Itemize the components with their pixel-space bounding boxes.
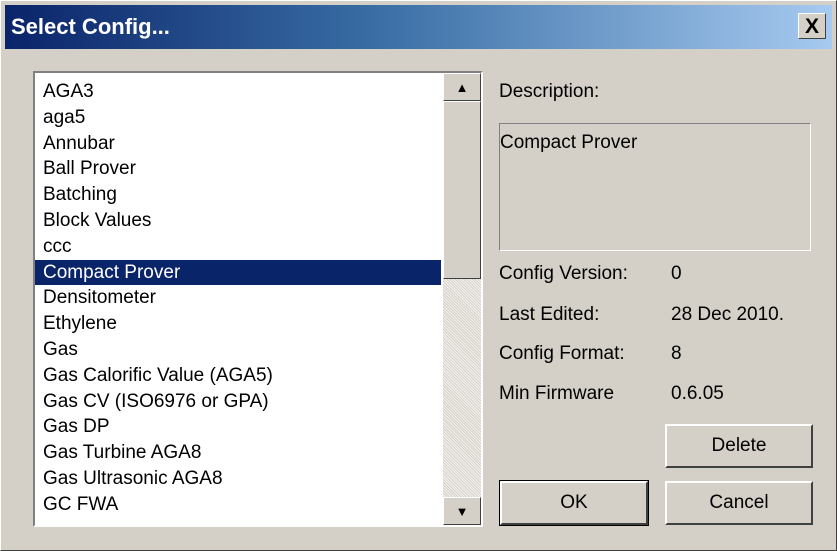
description-label: Description: [499, 81, 600, 102]
scrollbar-thumb[interactable] [443, 101, 481, 279]
title-bar[interactable]: Select Config... X [5, 5, 832, 49]
config-list-items: AGA3 aga5 Annubar Ball Prover Batching Block … [35, 79, 441, 518]
arrow-down-icon: ▼ [455, 503, 469, 519]
list-item[interactable]: Gas DP [35, 414, 441, 440]
list-item[interactable]: Block Values [35, 208, 441, 234]
list-item[interactable]: ccc [35, 234, 441, 260]
close-button[interactable]: X [798, 13, 826, 39]
min-firmware-value: 0.6.05 [671, 383, 724, 404]
list-item[interactable]: Gas Calorific Value (AGA5) [35, 363, 441, 389]
select-config-dialog: Select Config... X AGA3 aga5 Annubar Ball P… [0, 0, 837, 551]
description-box: Compact Prover [499, 123, 811, 251]
list-item[interactable]: Batching [35, 182, 441, 208]
config-version-value: 0 [671, 263, 682, 284]
list-item[interactable]: Compact Prover [35, 259, 441, 286]
cancel-button[interactable]: Cancel [665, 481, 813, 525]
config-format-label: Config Format: [499, 343, 625, 364]
vertical-scrollbar[interactable]: ▲ ▼ [443, 73, 481, 525]
list-item[interactable]: aga5 [35, 105, 441, 131]
list-item[interactable]: GC FWA [35, 492, 441, 518]
window-title: Select Config... [11, 14, 170, 39]
scroll-down-button[interactable]: ▼ [443, 497, 481, 525]
list-item[interactable]: Annubar [35, 131, 441, 157]
list-item[interactable]: Gas CV (ISO6976 or GPA) [35, 389, 441, 415]
list-item[interactable]: Gas [35, 337, 441, 363]
list-item[interactable]: Densitometer [35, 285, 441, 311]
list-item[interactable]: Gas Turbine AGA8 [35, 440, 441, 466]
last-edited-value: 28 Dec 2010. [671, 304, 785, 325]
min-firmware-label: Min Firmware [499, 383, 615, 404]
config-format-value: 8 [671, 343, 682, 364]
last-edited-label: Last Edited: [499, 304, 600, 325]
config-list[interactable]: AGA3 aga5 Annubar Ball Prover Batching Block … [33, 71, 483, 527]
list-item[interactable]: Ethylene [35, 311, 441, 337]
delete-button[interactable]: Delete [665, 424, 813, 468]
scroll-up-button[interactable]: ▲ [443, 73, 481, 101]
list-item[interactable]: Ball Prover [35, 156, 441, 182]
close-icon: X [804, 14, 819, 38]
ok-button[interactable]: OK [499, 480, 649, 526]
config-version-label: Config Version: [499, 263, 628, 284]
arrow-up-icon: ▲ [455, 79, 469, 95]
list-item[interactable]: Gas Ultrasonic AGA8 [35, 466, 441, 492]
description-value: Compact Prover [500, 132, 638, 153]
list-item[interactable]: AGA3 [35, 79, 441, 105]
